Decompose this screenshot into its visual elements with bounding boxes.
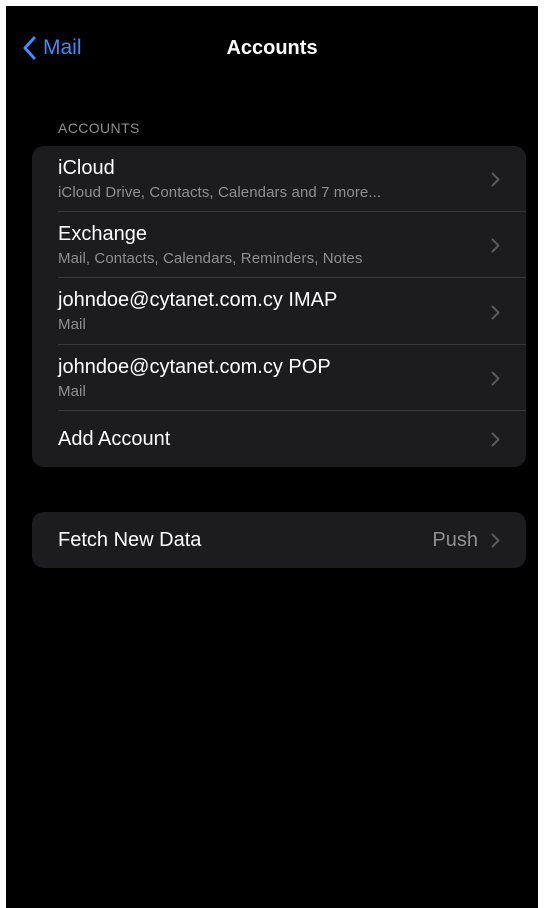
account-subtitle: Mail [58, 383, 86, 400]
chevron-right-icon [491, 238, 500, 253]
page-title: Accounts [226, 37, 318, 59]
account-subtitle: Mail [58, 316, 86, 333]
fetch-value: Push [432, 529, 478, 551]
add-account-button[interactable]: Add Account [32, 411, 526, 467]
account-row-imap[interactable]: johndoe@cytanet.com.cy IMAP Mail [32, 278, 526, 345]
chevron-right-icon [491, 371, 500, 386]
fetch-settings-group: Fetch New Data Push [32, 512, 526, 568]
account-subtitle: Mail, Contacts, Calendars, Reminders, No… [58, 250, 363, 267]
chevron-right-icon [491, 533, 500, 548]
account-row-pop[interactable]: johndoe@cytanet.com.cy POP Mail [32, 345, 526, 411]
chevron-right-icon [491, 305, 500, 320]
chevron-right-icon [491, 172, 500, 187]
account-row-icloud[interactable]: iCloud iCloud Drive, Contacts, Calendars… [32, 146, 526, 212]
fetch-new-data-row[interactable]: Fetch New Data Push [32, 512, 526, 568]
add-account-label: Add Account [58, 428, 171, 450]
account-subtitle: iCloud Drive, Contacts, Calendars and 7 … [58, 184, 382, 201]
account-title: Exchange [58, 223, 147, 245]
account-title: iCloud [58, 157, 115, 179]
accounts-screen: Mail Accounts ACCOUNTS iCloud iCloud Dri… [6, 6, 538, 908]
account-row-exchange[interactable]: Exchange Mail, Contacts, Calendars, Remi… [32, 212, 526, 278]
account-title: johndoe@cytanet.com.cy IMAP [58, 289, 338, 311]
accounts-list: iCloud iCloud Drive, Contacts, Calendars… [32, 146, 526, 467]
accounts-section-header: ACCOUNTS [58, 120, 140, 136]
navigation-bar: Mail Accounts [6, 6, 538, 90]
chevron-right-icon [491, 432, 500, 447]
account-title: johndoe@cytanet.com.cy POP [58, 356, 331, 378]
fetch-new-data-label: Fetch New Data [58, 529, 202, 551]
